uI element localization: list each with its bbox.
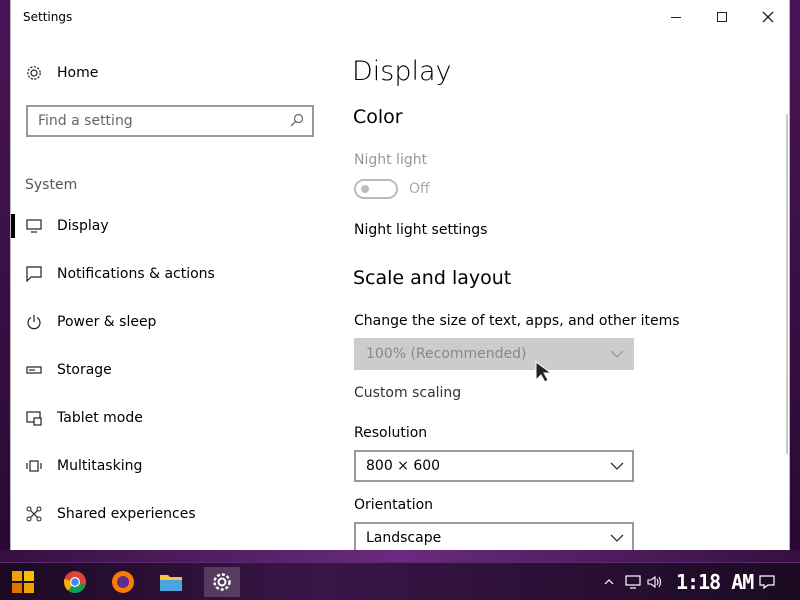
- tray-volume[interactable]: [646, 573, 664, 591]
- taskbar-clock[interactable]: 1:18 AM: [676, 570, 754, 594]
- sidebar-item-tablet[interactable]: Tablet mode: [11, 398, 341, 438]
- display-settings-pane: Display Color Night light Off Night ligh…: [341, 34, 789, 550]
- sidebar-item-label: Notifications & actions: [57, 266, 215, 282]
- search-icon: [290, 113, 304, 127]
- chevron-up-icon: [604, 579, 614, 585]
- close-button[interactable]: [745, 0, 789, 34]
- scale-value: 100% (Recommended): [366, 346, 527, 362]
- start-icon: [12, 571, 34, 593]
- night-light-settings-link[interactable]: Night light settings: [354, 222, 487, 238]
- storage-icon: [25, 361, 43, 379]
- night-light-label: Night light: [354, 152, 428, 168]
- sidebar-item-shared[interactable]: Shared experiences: [11, 494, 341, 534]
- resolution-label: Resolution: [354, 425, 428, 441]
- chevron-down-icon: [610, 350, 624, 358]
- desktop-wallpaper-left: [0, 0, 10, 600]
- settings-nav: Home Find a setting System Display Notif…: [11, 34, 341, 550]
- sidebar-item-label: Shared experiences: [57, 506, 196, 522]
- scale-dropdown[interactable]: 100% (Recommended): [354, 338, 634, 370]
- taskbar: 1:18 AM: [0, 562, 800, 600]
- sidebar-item-notifications[interactable]: Notifications & actions: [11, 254, 341, 294]
- taskbar-chrome[interactable]: [60, 567, 90, 597]
- home-link[interactable]: Home: [25, 62, 98, 84]
- gear-icon: [25, 64, 43, 82]
- sidebar-item-multitasking[interactable]: Multitasking: [11, 446, 341, 486]
- sidebar-item-display[interactable]: Display: [11, 206, 341, 246]
- section-label-system: System: [25, 177, 78, 193]
- night-light-toggle[interactable]: [354, 179, 398, 199]
- chevron-down-icon: [610, 534, 624, 542]
- sidebar-item-label: Power & sleep: [57, 314, 157, 330]
- mouse-cursor-icon: [535, 361, 553, 383]
- file-explorer-icon: [160, 575, 182, 591]
- shared-icon: [25, 505, 43, 523]
- maximize-button[interactable]: [699, 0, 745, 34]
- night-light-state: Off: [409, 181, 430, 197]
- sidebar-item-storage[interactable]: Storage: [11, 350, 341, 390]
- taskbar-settings[interactable]: [204, 567, 240, 597]
- tablet-icon: [25, 409, 43, 427]
- scale-label: Change the size of text, apps, and other…: [354, 313, 680, 329]
- sidebar-item-label: Display: [57, 218, 109, 234]
- chrome-icon: [64, 571, 86, 593]
- custom-scaling-link[interactable]: Custom scaling: [354, 385, 461, 401]
- multitasking-icon: [25, 457, 43, 475]
- settings-icon: [213, 573, 231, 591]
- search-placeholder: Find a setting: [38, 113, 133, 129]
- desktop-wallpaper-bottom: [0, 550, 800, 562]
- window-title: Settings: [23, 10, 73, 24]
- settings-window: Settings Home Find a setting System Disp…: [10, 0, 790, 550]
- taskbar-firefox[interactable]: [108, 567, 138, 597]
- toggle-knob: [361, 185, 369, 193]
- minimize-button[interactable]: [653, 0, 699, 34]
- taskbar-file-explorer[interactable]: [156, 567, 186, 597]
- resolution-dropdown[interactable]: 800 × 600: [354, 450, 634, 482]
- monitor-icon: [25, 217, 43, 235]
- start-button[interactable]: [8, 567, 38, 597]
- orientation-value: Landscape: [366, 530, 442, 546]
- action-center[interactable]: [758, 573, 776, 591]
- power-icon: [25, 313, 43, 331]
- search-input[interactable]: Find a setting: [26, 105, 314, 137]
- network-icon: [625, 575, 641, 589]
- page-title: Display: [352, 56, 452, 87]
- desktop-wallpaper-right: [790, 0, 800, 600]
- notification-icon: [759, 575, 775, 590]
- sidebar-item-label: Multitasking: [57, 458, 143, 474]
- scrollbar[interactable]: [786, 114, 788, 454]
- message-icon: [25, 265, 43, 283]
- color-heading: Color: [353, 106, 403, 128]
- sidebar-item-label: Storage: [57, 362, 112, 378]
- volume-icon: [647, 575, 662, 589]
- chevron-down-icon: [610, 462, 624, 470]
- sidebar-item-label: Tablet mode: [57, 410, 143, 426]
- home-label: Home: [57, 65, 99, 81]
- sidebar-item-power[interactable]: Power & sleep: [11, 302, 341, 342]
- firefox-icon: [112, 571, 134, 593]
- scale-layout-heading: Scale and layout: [353, 267, 512, 289]
- resolution-value: 800 × 600: [366, 458, 441, 474]
- title-bar[interactable]: Settings: [11, 0, 789, 34]
- maximize-icon: [717, 12, 727, 22]
- close-icon: [762, 11, 774, 23]
- orientation-dropdown[interactable]: Landscape: [354, 522, 634, 550]
- minimize-icon: [671, 16, 681, 18]
- tray-overflow[interactable]: [600, 573, 618, 591]
- tray-network[interactable]: [624, 573, 642, 591]
- orientation-label: Orientation: [354, 497, 434, 513]
